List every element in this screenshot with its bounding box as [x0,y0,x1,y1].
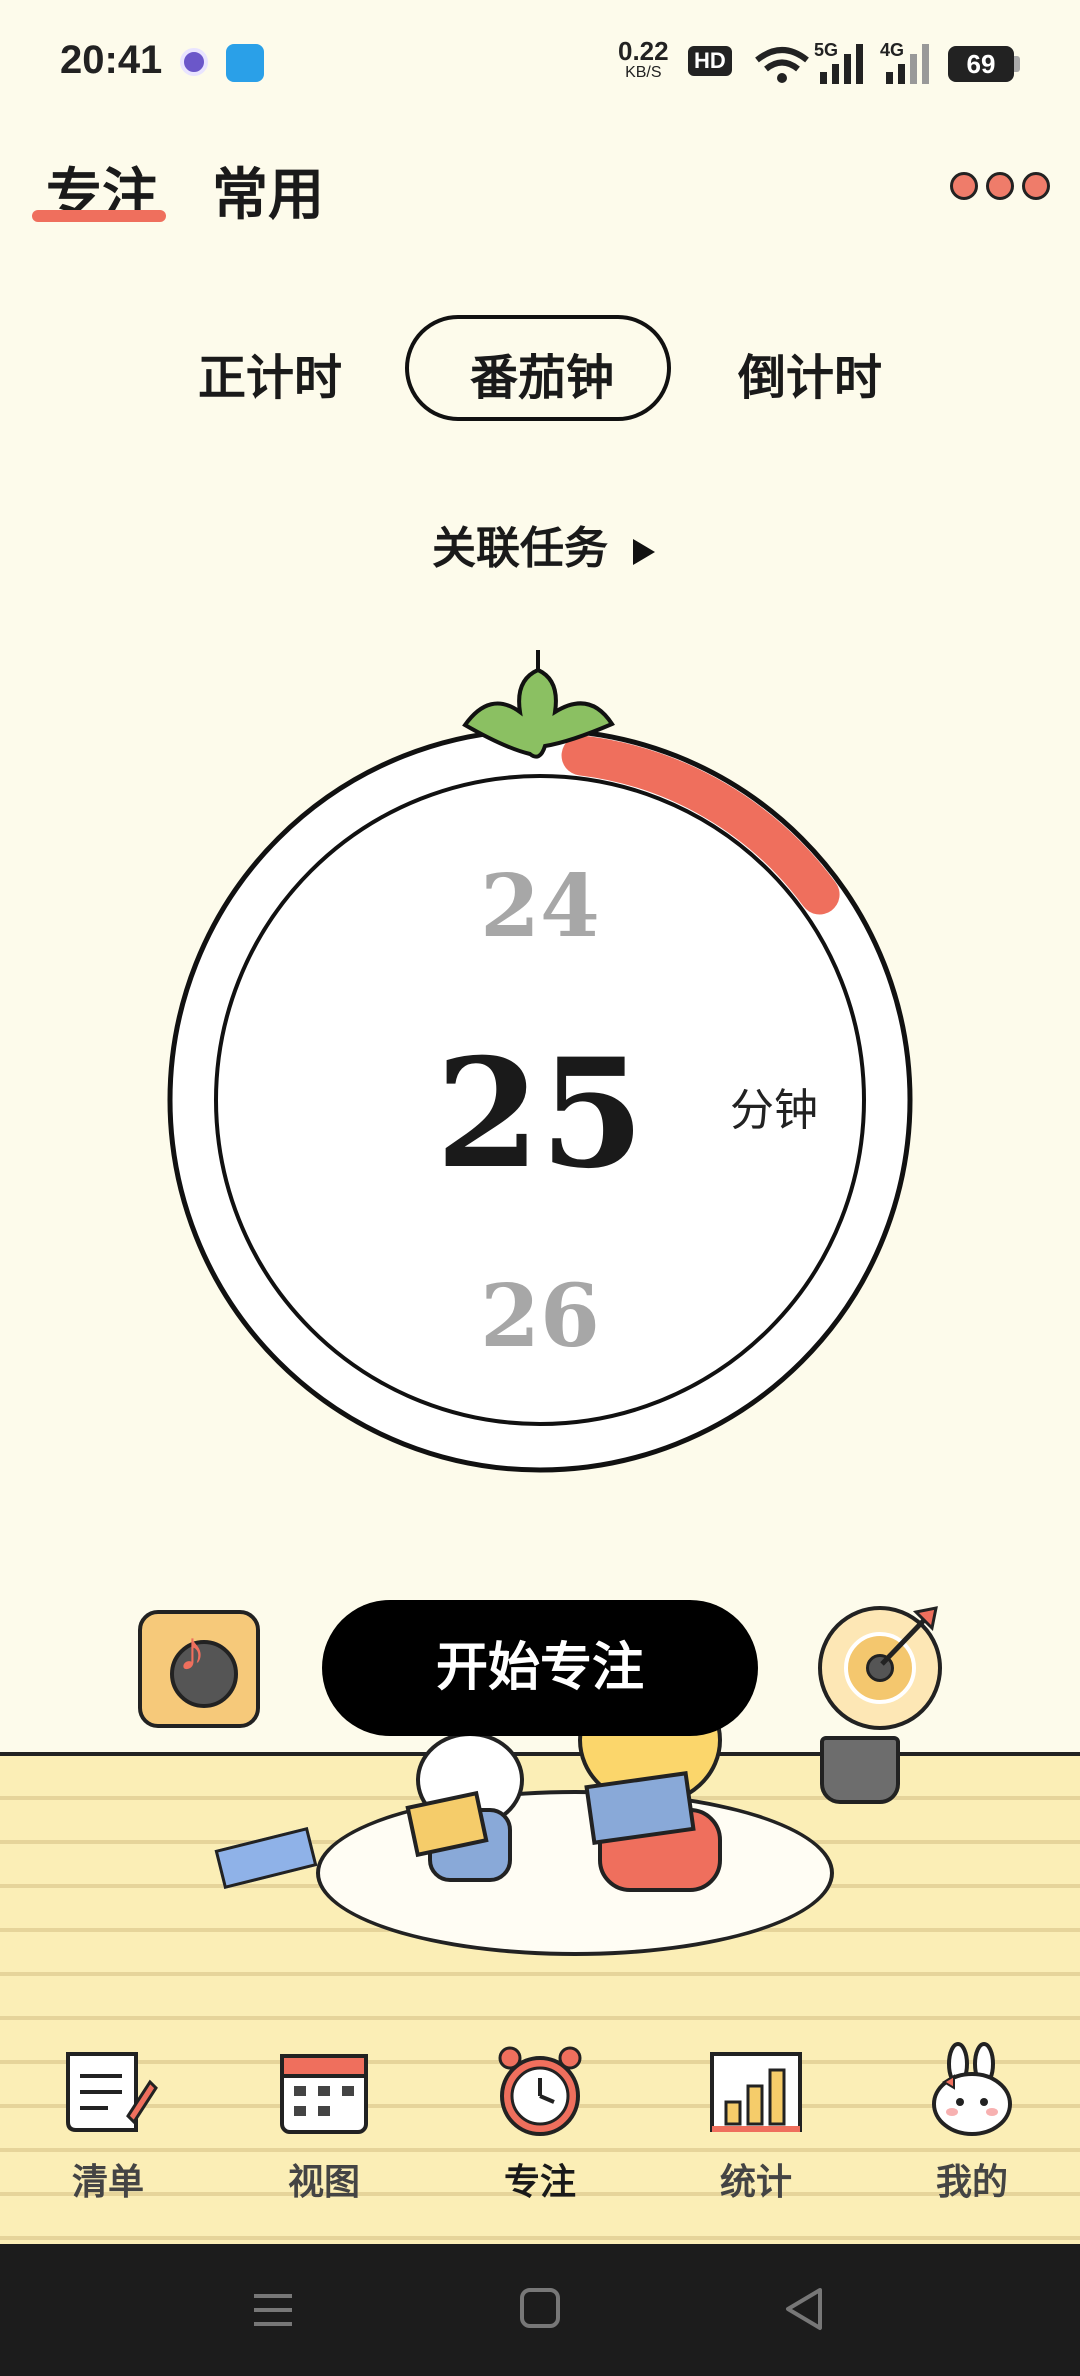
signal-4g-icon [886,44,929,84]
signal-5g-icon [820,44,863,84]
music-note-icon: ♪ [178,1619,206,1682]
nav-view[interactable]: 视图 [216,2042,432,2205]
triangle-right-icon [633,538,656,565]
dart-icon [880,1606,938,1666]
app-notification-icon-2 [226,44,264,82]
network-speed-unit: KB/S [625,64,662,81]
battery-tip [1014,56,1020,72]
nav-list-label: 清单 [71,2161,144,2203]
battery-level: 69 [948,46,1014,82]
back-icon[interactable] [782,2286,826,2332]
list-note-icon [66,2052,158,2132]
nav-focus-label: 专注 [503,2161,576,2203]
minute-option-next[interactable]: 26 [0,1266,1080,1367]
mode-countdown[interactable]: 倒计时 [738,338,882,408]
calendar-icon [280,2054,368,2134]
nav-stats-label: 统计 [719,2161,792,2203]
system-nav-bar [0,2244,1080,2376]
alarm-clock-icon [498,2046,582,2136]
link-task-label: 关联任务 [432,523,608,574]
mode-pomodoro[interactable]: 番茄钟 [470,338,614,408]
network-speed: 0.22 KB/S [618,38,669,84]
minute-unit: 分钟 [730,1086,818,1135]
nav-list[interactable]: 清单 [0,2042,216,2205]
nav-stats[interactable]: 统计 [648,2042,864,2205]
bar-chart-icon [710,2052,802,2132]
status-time: 20:41 [60,38,163,82]
home-icon[interactable] [518,2286,562,2330]
nav-view-label: 视图 [287,2161,360,2203]
mode-stopwatch[interactable]: 正计时 [198,338,342,408]
nav-mine[interactable]: 我的 [864,2042,1080,2205]
hd-badge: HD [688,46,732,76]
menu-icon[interactable] [250,2288,296,2332]
nav-mine-label: 我的 [935,2161,1008,2203]
start-focus-button[interactable]: 开始专注 [322,1600,758,1736]
link-task-button[interactable]: 关联任务 [432,512,657,576]
active-tab-underline [32,210,166,222]
minute-option-prev[interactable]: 24 [0,856,1080,957]
wifi-icon [755,47,809,83]
flower-pot-illustration [820,1736,900,1804]
app-notification-icon [180,48,208,76]
minute-selected[interactable]: 25 [0,1026,1080,1202]
music-button[interactable]: ♪ [138,1610,260,1728]
nav-focus[interactable]: 专注 [432,2042,648,2205]
tab-common[interactable]: 常用 [212,150,324,231]
bunny-icon [932,2042,1012,2136]
more-dots-icon[interactable] [950,172,1050,200]
